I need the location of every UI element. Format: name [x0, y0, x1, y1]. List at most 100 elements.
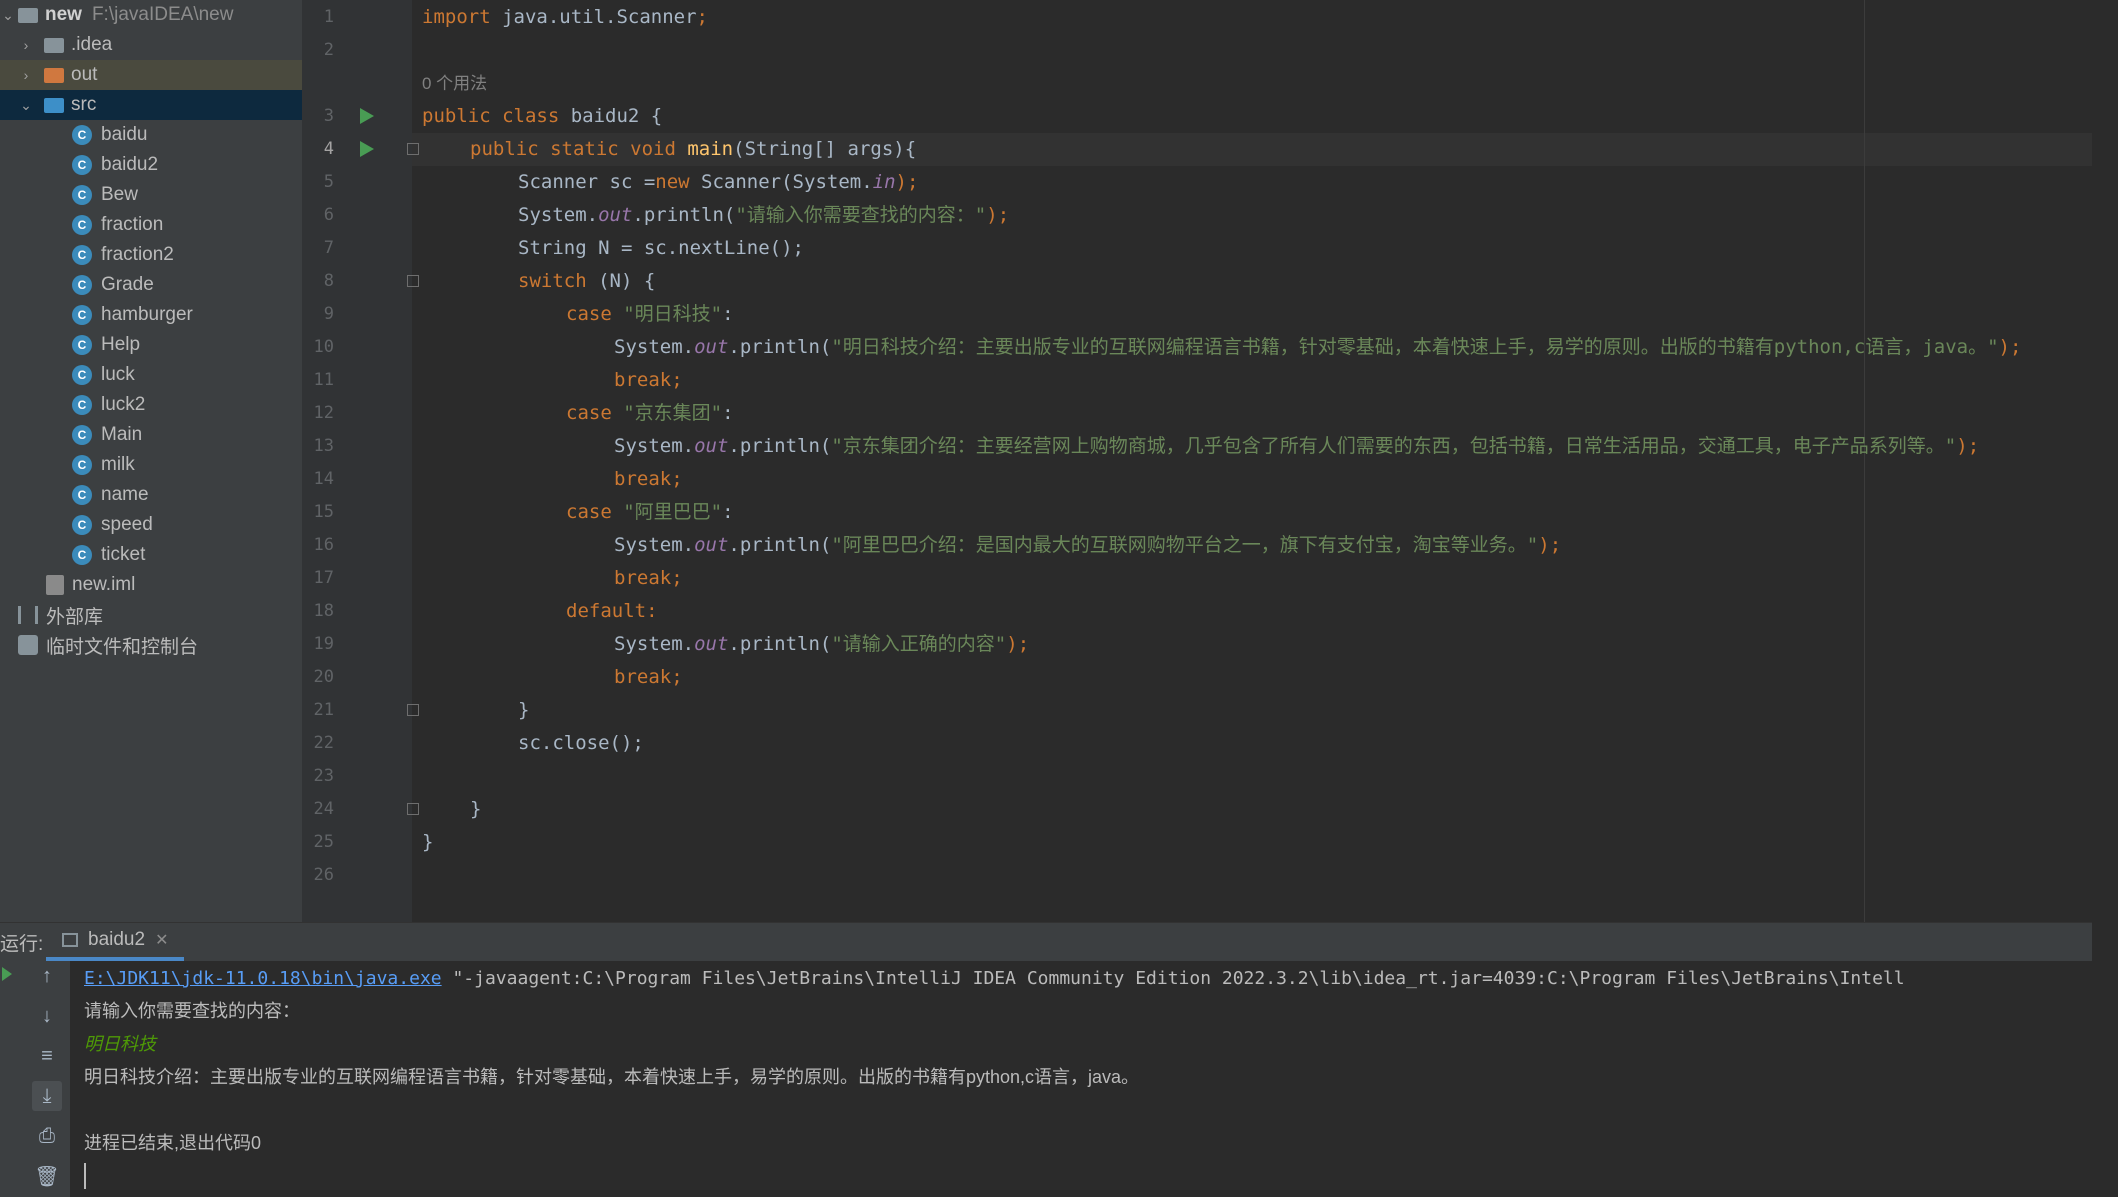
console-output: 明日科技介绍：主要出版专业的互联网编程语言书籍，针对零基础，本着快速上手，易学的… — [84, 1067, 1140, 1087]
code-line-17[interactable]: break; — [614, 562, 683, 595]
code-line-7[interactable]: String N = sc.nextLine(); — [518, 232, 804, 265]
external-libs-label: 外部库 — [46, 606, 104, 628]
code-line-8[interactable]: switch (N) { — [518, 265, 655, 298]
line-number: 2 — [323, 40, 334, 60]
code-line-9[interactable]: case "明日科技": — [566, 298, 734, 331]
folder-label: out — [71, 64, 98, 85]
line-number: 13 — [313, 436, 334, 456]
run-class-icon[interactable] — [360, 108, 374, 124]
code-line-14[interactable]: break; — [614, 463, 683, 496]
fold-icon[interactable] — [407, 704, 419, 716]
class-label: Grade — [101, 274, 154, 295]
chevron-down-icon[interactable]: ⌄ — [0, 0, 16, 30]
trash-icon[interactable]: 🗑 — [32, 1161, 62, 1191]
close-icon[interactable]: ✕ — [155, 930, 168, 950]
class-label: luck — [101, 364, 135, 385]
class-label: milk — [101, 454, 135, 475]
project-sidebar: ⌄ new F:\javaIDEA\new › .idea › out ⌄ sr… — [0, 0, 320, 922]
arrow-down-icon[interactable]: ↓ — [32, 1001, 62, 1031]
line-number: 4 — [323, 139, 334, 159]
scroll-to-end-icon[interactable]: ⤓ — [32, 1081, 62, 1111]
library-icon — [18, 606, 38, 624]
code-line-6[interactable]: System.out.println("请输入你需要查找的内容："); — [518, 199, 1009, 232]
console-icon — [62, 933, 78, 947]
code-line-19[interactable]: System.out.println("请输入正确的内容"); — [614, 628, 1029, 661]
rerun-icon[interactable] — [2, 967, 12, 981]
tree-scratches[interactable]: 临时文件和控制台 — [0, 630, 320, 660]
code-line-20[interactable]: break; — [614, 661, 683, 694]
fold-icon[interactable] — [407, 803, 419, 815]
tree-root[interactable]: ⌄ new F:\javaIDEA\new — [0, 0, 302, 30]
tree-external-libs[interactable]: 外部库 — [0, 600, 320, 630]
class-icon: C — [72, 515, 92, 535]
line-number: 9 — [323, 304, 334, 324]
code-line-4[interactable]: public static void main(String[] args){ — [470, 133, 916, 166]
chevron-right-icon[interactable]: › — [18, 30, 34, 60]
tree-folder-out[interactable]: › out — [0, 60, 320, 90]
console-user-input: 明日科技 — [84, 1034, 156, 1054]
console-exit-message: 进程已结束,退出代码0 — [84, 1133, 262, 1153]
code-line-22[interactable]: sc.close(); — [518, 727, 644, 760]
code-line-15[interactable]: case "阿里巴巴": — [566, 496, 734, 529]
class-label: fraction — [101, 214, 164, 235]
console-command-line[interactable]: E:\JDK11\jdk-11.0.18\bin\java.exe "-java… — [84, 962, 1905, 995]
line-number: 6 — [323, 205, 334, 225]
class-icon: C — [72, 215, 92, 235]
line-number: 16 — [313, 535, 334, 555]
line-number: 22 — [313, 733, 334, 753]
code-line-13[interactable]: System.out.println("京东集团介绍：主要经营网上购物商城，几乎… — [614, 430, 1979, 463]
run-tab-label: baidu2 — [88, 929, 146, 950]
line-number: 20 — [313, 667, 334, 687]
line-number: 26 — [313, 865, 334, 885]
code-line-11[interactable]: break; — [614, 364, 683, 397]
code-line-1[interactable]: import java.util.Scanner; — [422, 1, 708, 34]
code-line-3[interactable]: public class baidu2 { — [422, 100, 662, 133]
class-icon: C — [72, 365, 92, 385]
file-icon — [46, 575, 64, 595]
code-line-16[interactable]: System.out.println("阿里巴巴介绍：是国内最大的互联网购物平台… — [614, 529, 1561, 562]
run-main-icon[interactable] — [360, 141, 374, 157]
command-args: "-javaagent:C:\Program Files\JetBrains\I… — [441, 968, 1905, 989]
code-line-21[interactable]: } — [518, 694, 529, 727]
code-line-5[interactable]: Scanner sc =new Scanner(System.in); — [518, 166, 918, 199]
run-tab-baidu2[interactable]: baidu2 ✕ — [46, 923, 185, 961]
tree-folder-idea[interactable]: › .idea — [0, 30, 320, 60]
scratches-icon — [18, 635, 38, 655]
class-label: fraction2 — [101, 244, 174, 265]
line-number: 12 — [313, 403, 334, 423]
chevron-down-icon[interactable]: ⌄ — [18, 90, 34, 120]
tree-folder-src[interactable]: ⌄ src — [0, 90, 320, 120]
code-line-25[interactable]: } — [422, 826, 433, 859]
line-number: 7 — [323, 238, 334, 258]
console-caret[interactable] — [84, 1163, 86, 1189]
root-path: F:\javaIDEA\new — [91, 4, 234, 25]
class-icon: C — [72, 155, 92, 175]
java-exe-link[interactable]: E:\JDK11\jdk-11.0.18\bin\java.exe — [84, 968, 442, 989]
code-line-24[interactable]: } — [470, 793, 481, 826]
class-label: baidu2 — [101, 154, 159, 175]
class-icon: C — [72, 485, 92, 505]
class-icon: C — [72, 125, 92, 145]
chevron-right-icon[interactable]: › — [18, 60, 34, 90]
class-icon: C — [72, 245, 92, 265]
line-number: 18 — [313, 601, 334, 621]
run-tabbar: 运行: baidu2 ✕ — [0, 923, 2092, 961]
usage-hint[interactable]: 0 个用法 — [422, 67, 487, 100]
code-line-10[interactable]: System.out.println("明日科技介绍：主要出版专业的互联网编程语… — [614, 331, 2021, 364]
code-line-18[interactable]: default: — [566, 595, 658, 628]
print-icon[interactable]: ⎙ — [32, 1121, 62, 1151]
folder-label: .idea — [71, 34, 113, 55]
class-label: Bew — [101, 184, 138, 205]
arrow-up-icon[interactable]: ↑ — [32, 961, 62, 991]
tree-file-iml[interactable]: new.iml — [0, 570, 348, 600]
line-number: 14 — [313, 469, 334, 489]
line-number: 5 — [323, 172, 334, 192]
fold-icon[interactable] — [407, 275, 419, 287]
fold-icon[interactable] — [407, 143, 419, 155]
line-number: 19 — [313, 634, 334, 654]
class-label: ticket — [101, 544, 146, 565]
code-line-12[interactable]: case "京东集团": — [566, 397, 734, 430]
class-icon: C — [72, 335, 92, 355]
line-number: 11 — [313, 370, 334, 390]
soft-wrap-icon[interactable]: ≡ — [32, 1041, 62, 1071]
